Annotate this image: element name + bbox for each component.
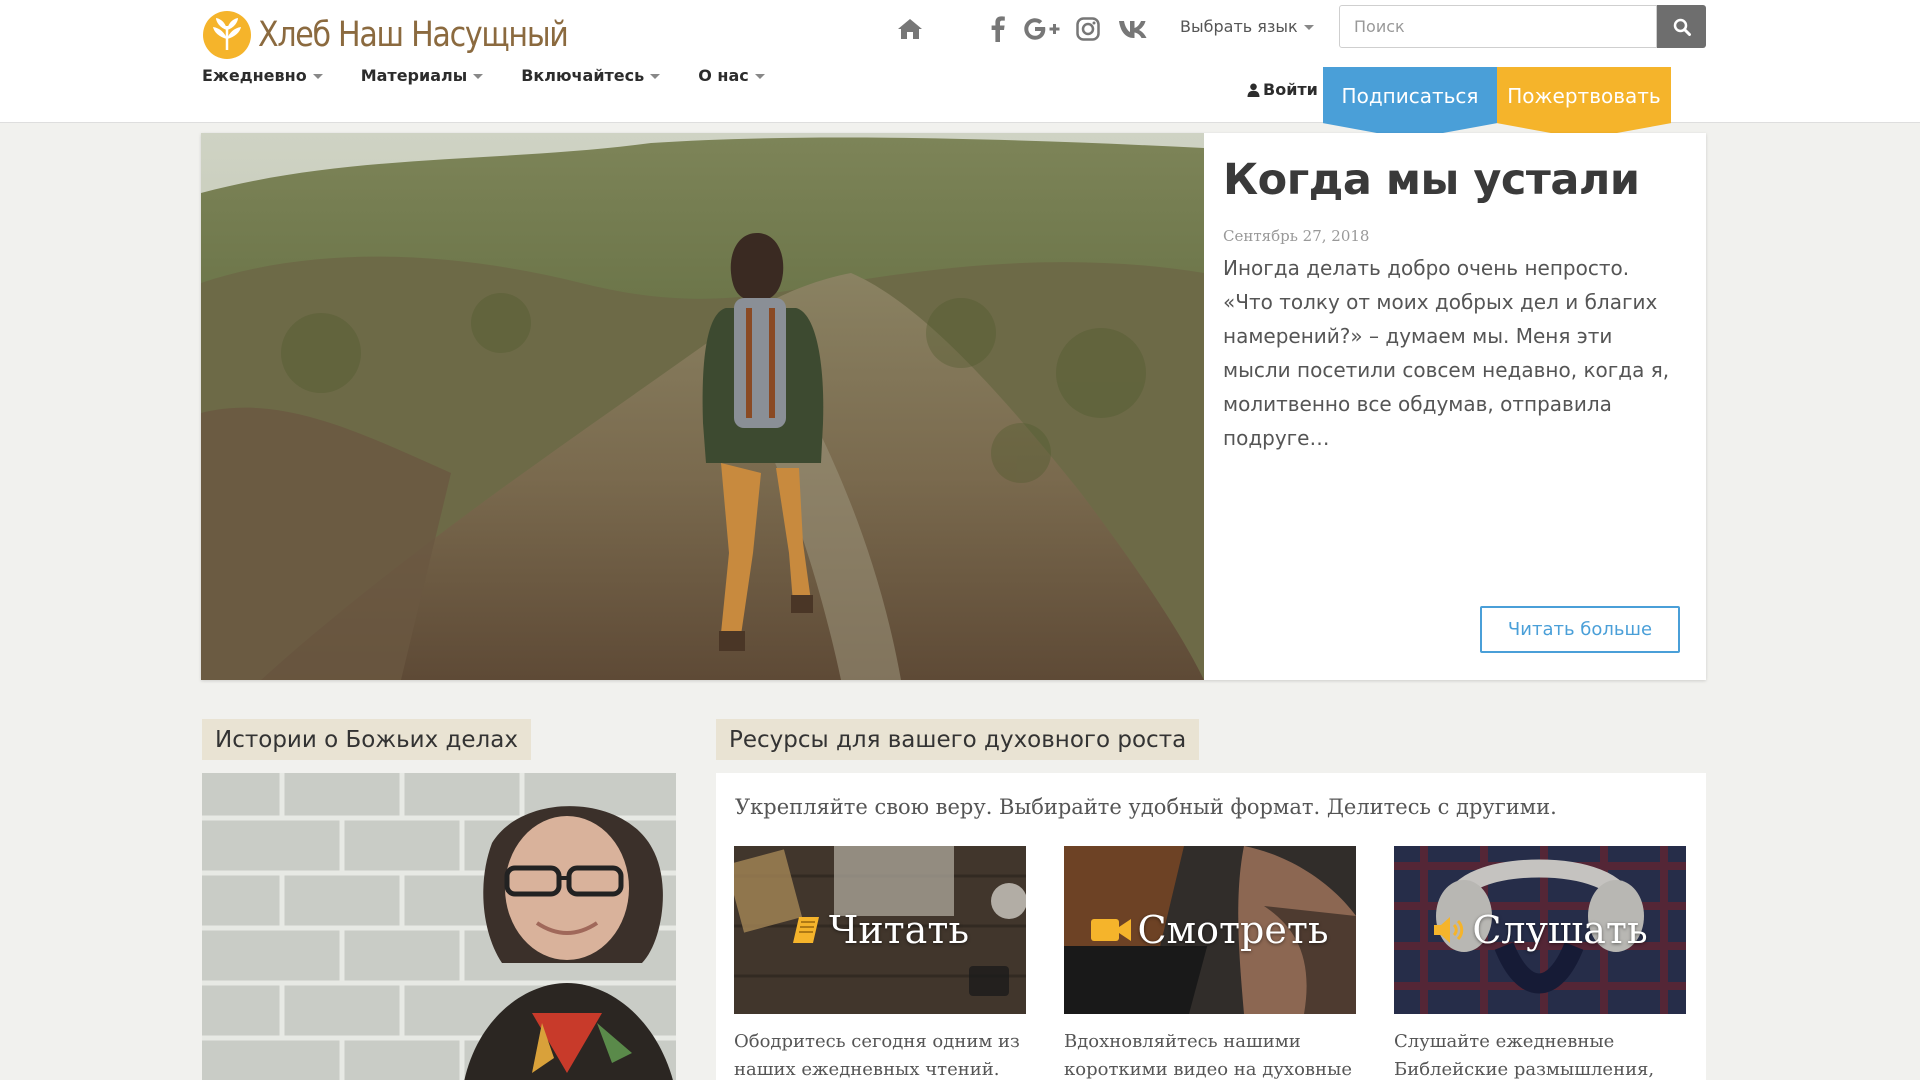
search-button[interactable] [1657, 5, 1706, 48]
read-more-button[interactable]: Читать больше [1480, 606, 1680, 653]
chevron-down-icon [1303, 25, 1314, 30]
home-icon[interactable] [893, 12, 927, 46]
chevron-down-icon [473, 74, 484, 79]
subscribe-button[interactable]: Подписаться [1323, 67, 1497, 139]
search-bar [1339, 5, 1706, 48]
nav-item-get-involved[interactable]: Включайтесь [521, 66, 661, 85]
resources-heading: Ресурсы для вашего духовного роста [716, 719, 1200, 760]
login-label: Войти [1263, 80, 1318, 99]
speaker-icon [1434, 917, 1464, 943]
facebook-icon[interactable] [981, 12, 1015, 46]
featured-article: Когда мы устали Сентябрь 27, 2018 Иногда… [201, 133, 1706, 680]
logo-text: Хлеб Наш Насущный [258, 15, 569, 55]
read-tile-description: Ободритесь сегодня одним из наших ежедне… [734, 1031, 1020, 1080]
donate-button[interactable]: Пожертвовать [1497, 67, 1671, 139]
book-icon [792, 917, 819, 943]
watch-tile-label: Смотреть [1064, 846, 1356, 1014]
watch-tile-description: Вдохновляйтесь нашими короткими видео на… [1064, 1031, 1353, 1080]
read-tile[interactable]: Читать [734, 846, 1026, 1014]
chevron-down-icon [650, 74, 661, 79]
stories-heading: Истории о Божьих делах [202, 719, 531, 760]
resources-intro: Укрепляйте свою веру. Выбирайте удобный … [735, 795, 1557, 819]
video-camera-icon [1091, 919, 1132, 941]
hero-image[interactable] [201, 133, 1204, 680]
chevron-down-icon [312, 74, 323, 79]
stories-card[interactable] [202, 773, 676, 1080]
language-selector[interactable]: Выбрать язык [1180, 17, 1314, 36]
featured-article-body: Когда мы устали Сентябрь 27, 2018 Иногда… [1223, 155, 1683, 455]
read-tile-label: Читать [734, 846, 1026, 1014]
resources-card: Укрепляйте свою веру. Выбирайте удобный … [716, 773, 1706, 1080]
article-title[interactable]: Когда мы устали [1223, 155, 1683, 205]
watch-tile[interactable]: Смотреть [1064, 846, 1356, 1014]
listen-tile[interactable]: Слушать [1394, 846, 1686, 1014]
user-icon [1247, 83, 1260, 97]
wheat-logo-icon [203, 11, 251, 59]
login-link[interactable]: Войти [1247, 80, 1318, 99]
nav-item-materials[interactable]: Материалы [361, 66, 484, 85]
search-input[interactable] [1339, 5, 1658, 48]
chevron-down-icon [754, 74, 765, 79]
instagram-icon[interactable] [1071, 12, 1105, 46]
site-logo[interactable]: Хлеб Наш Насущный [202, 8, 618, 62]
site-header: Хлеб Наш Насущный Выбрать язык Поиск Еже… [0, 0, 1920, 139]
main-navigation: Ежедневно Материалы Включайтесь О нас [202, 66, 803, 85]
article-date: Сентябрь 27, 2018 [1223, 227, 1370, 245]
language-label: Выбрать язык [1180, 17, 1298, 36]
listen-tile-description: Слушайте ежедневные Библейские размышлен… [1394, 1031, 1655, 1080]
listen-tile-label: Слушать [1394, 846, 1686, 1014]
google-plus-icon[interactable] [1021, 12, 1063, 46]
search-icon [1673, 18, 1691, 36]
article-excerpt: Иногда делать добро очень непросто. «Что… [1223, 256, 1670, 450]
story-image [202, 773, 676, 1080]
nav-item-about[interactable]: О нас [698, 66, 765, 85]
vk-icon[interactable] [1114, 12, 1154, 46]
nav-item-daily[interactable]: Ежедневно [202, 66, 323, 85]
